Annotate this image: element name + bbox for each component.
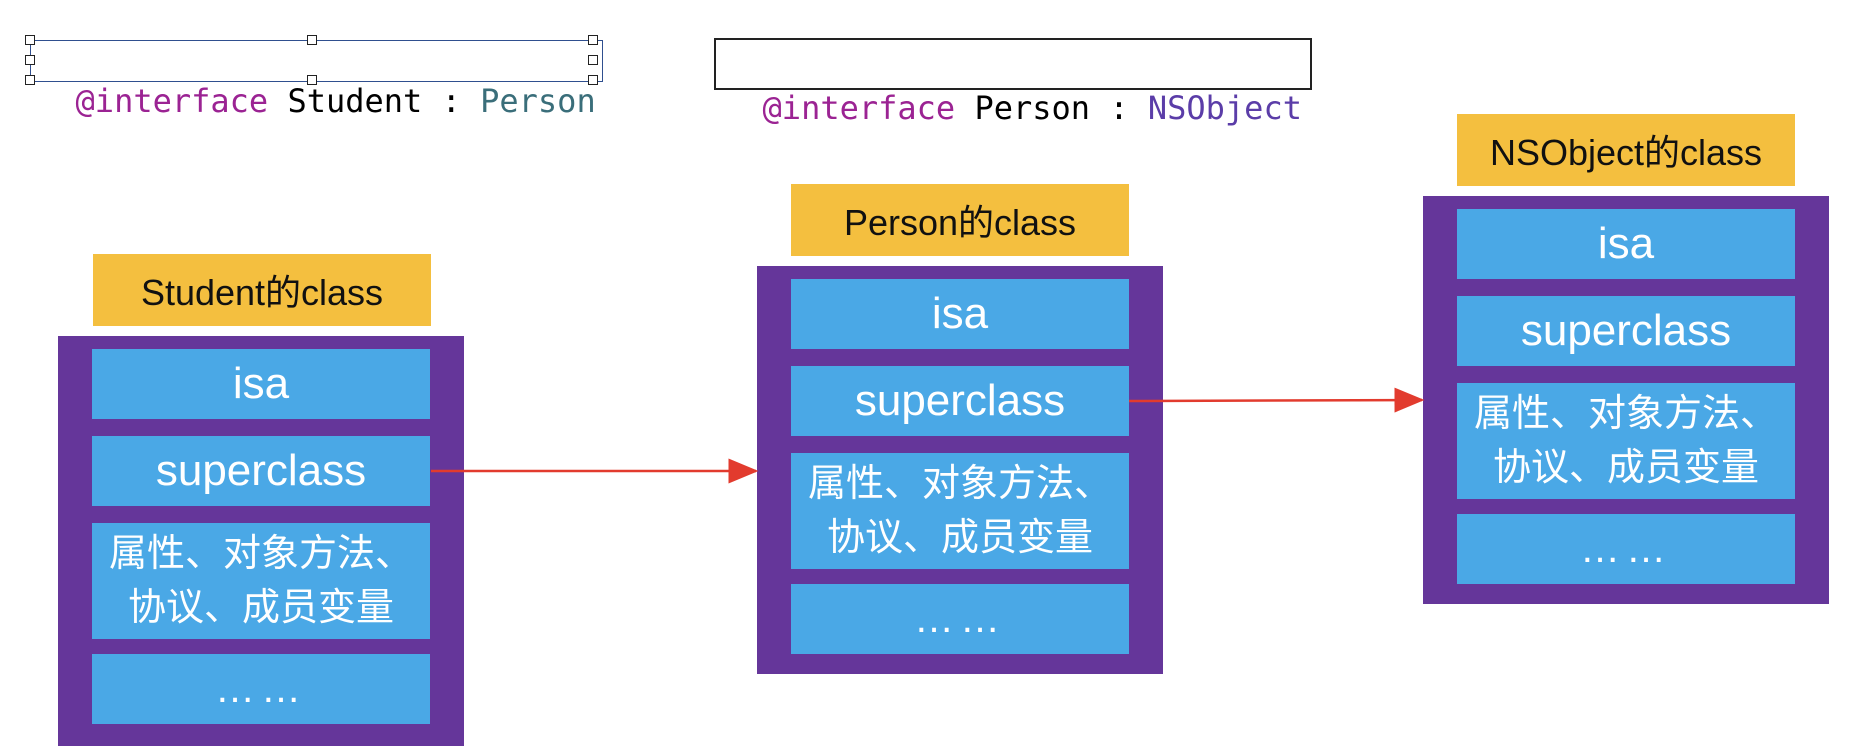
person-to-nsobject-arrow — [1128, 387, 1425, 413]
superclass-arrows — [431, 387, 1425, 484]
